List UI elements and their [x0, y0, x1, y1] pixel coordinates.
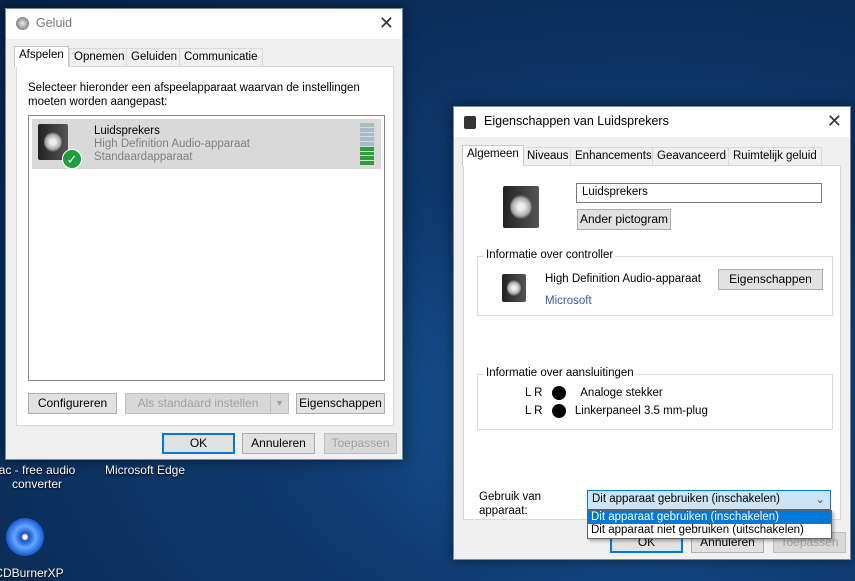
device-name-input[interactable]: Luidsprekers: [576, 183, 822, 203]
apply-button[interactable]: Toepassen: [324, 433, 397, 454]
jack-color-dot: [551, 386, 566, 400]
tab-enhancements[interactable]: Enhancements: [570, 147, 657, 166]
window-title: Geluid: [36, 16, 73, 30]
usage-option-enable[interactable]: Dit apparaat gebruiken (inschakelen): [588, 511, 831, 524]
usage-select[interactable]: Dit apparaat gebruiken (inschakelen) ⌄: [587, 490, 831, 510]
jack-channels: L R: [525, 405, 543, 418]
tab-panel: Selecteer hieronder een afspeelapparaat …: [16, 66, 394, 426]
window-title: Eigenschappen van Luidsprekers: [484, 114, 669, 128]
level-meter-bar: [360, 127, 374, 132]
sound-dialog: Geluid ✕ Afspelen Opnemen Geluiden Commu…: [5, 8, 403, 460]
level-meter-bar: [360, 161, 374, 166]
instruction-text: Selecteer hieronder een afspeelapparaat …: [28, 82, 360, 108]
usage-option-disable[interactable]: Dit apparaat niet gebruiken (uitschakele…: [588, 524, 831, 537]
jack-color-dot: [551, 404, 566, 418]
usage-label: Gebruik van apparaat:: [479, 491, 542, 517]
change-icon-button[interactable]: Ander pictogram: [577, 209, 671, 230]
device-status: Standaardapparaat: [94, 151, 193, 163]
speaker-properties-dialog: Eigenschappen van Luidsprekers ✕ Algemee…: [453, 106, 851, 560]
chevron-down-icon: ⌄: [815, 494, 825, 506]
controller-group: Informatie over controller High Definiti…: [477, 249, 833, 316]
title-bar: Eigenschappen van Luidsprekers ✕: [454, 107, 850, 137]
level-meter-bar: [360, 137, 374, 142]
level-meter: [360, 123, 374, 166]
close-icon[interactable]: ✕: [827, 111, 842, 132]
tab-ruimtelijk-geluid[interactable]: Ruimtelijk geluid: [728, 147, 822, 166]
set-default-dropdown-arrow[interactable]: ▼: [270, 393, 289, 414]
level-meter-bar: [360, 142, 374, 146]
tab-afspelen[interactable]: Afspelen: [14, 46, 69, 67]
level-meter-bar: [360, 123, 374, 127]
controller-vendor-link[interactable]: Microsoft: [545, 295, 592, 307]
speaker-icon: [503, 186, 539, 228]
jack-name: Linkerpaneel 3.5 mm-plug: [574, 405, 708, 418]
set-default-button[interactable]: Als standaard instellen: [125, 393, 271, 414]
usage-dropdown-list: Dit apparaat gebruiken (inschakelen) Dit…: [587, 510, 832, 539]
jack-row: L R Analoge stekker: [525, 386, 663, 400]
tab-geavanceerd[interactable]: Geavanceerd: [652, 147, 732, 166]
desktop-icon-label-audio-converter[interactable]: ac - free audio converter: [0, 463, 82, 491]
jack-row: L R Linkerpaneel 3.5 mm-plug: [525, 404, 708, 418]
level-meter-bar: [360, 146, 374, 151]
tab-geluiden[interactable]: Geluiden: [126, 48, 183, 67]
jack-name: Analoge stekker: [580, 387, 663, 400]
jacks-group: Informatie over aansluitingen L R Analog…: [477, 367, 833, 430]
tab-opnemen[interactable]: Opnemen: [69, 48, 130, 67]
default-check-icon: ✓: [62, 149, 82, 169]
configure-button[interactable]: Configureren: [28, 393, 117, 414]
ok-button[interactable]: OK: [162, 433, 235, 454]
desktop-icon-label-edge[interactable]: Microsoft Edge: [95, 463, 195, 477]
device-list[interactable]: ✓ Luidsprekers High Definition Audio-app…: [28, 115, 385, 381]
tab-panel: Luidsprekers Ander pictogram Informatie …: [463, 165, 841, 520]
level-meter-bar: [360, 132, 374, 137]
cancel-button[interactable]: Annuleren: [242, 433, 315, 454]
device-description: High Definition Audio-apparaat: [94, 138, 250, 150]
device-name: Luidsprekers: [94, 125, 160, 137]
close-icon[interactable]: ✕: [379, 13, 394, 34]
controller-speaker-icon: [502, 274, 526, 302]
jack-channels: L R: [525, 387, 543, 400]
tab-algemeen[interactable]: Algemeen: [462, 145, 524, 166]
usage-selected-value: Dit apparaat gebruiken (inschakelen): [592, 493, 780, 505]
tab-communicatie[interactable]: Communicatie: [179, 48, 263, 67]
speaker-app-icon: [16, 17, 29, 30]
controller-properties-button[interactable]: Eigenschappen: [718, 269, 823, 290]
speaker-app-icon: [464, 116, 476, 129]
desktop-icon-label-cdburnerxp[interactable]: CDBurnerXP: [0, 566, 64, 580]
title-bar: Geluid ✕: [6, 9, 402, 39]
jacks-legend: Informatie over aansluitingen: [484, 367, 636, 379]
level-meter-bar: [360, 151, 374, 156]
device-item-luidsprekers[interactable]: ✓ Luidsprekers High Definition Audio-app…: [32, 119, 381, 169]
cdburnerxp-icon[interactable]: [6, 518, 44, 556]
controller-legend: Informatie over controller: [484, 249, 616, 261]
level-meter-bar: [360, 156, 374, 161]
controller-name: High Definition Audio-apparaat: [545, 273, 701, 285]
tab-niveaus[interactable]: Niveaus: [522, 147, 574, 166]
properties-button[interactable]: Eigenschappen: [296, 393, 385, 414]
